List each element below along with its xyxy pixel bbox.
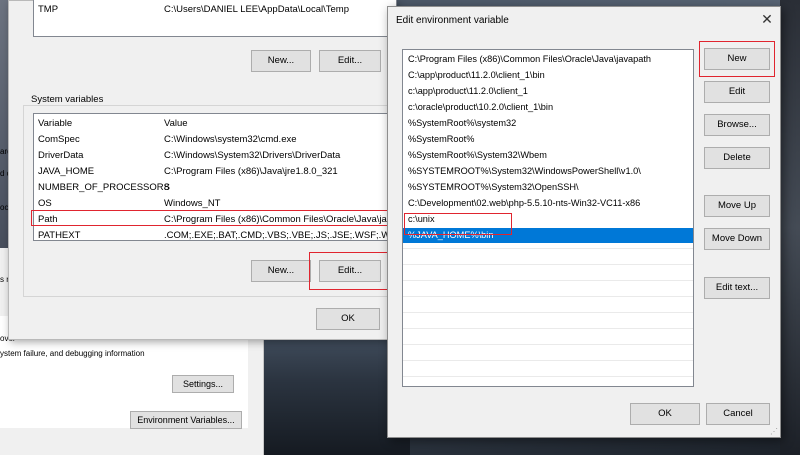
list-item[interactable]: C:\app\product\11.2.0\client_1\bin [403,68,693,83]
empty-list-row[interactable] [403,264,693,279]
variable-value: .COM;.EXE;.BAT;.CMD;.VBS;.VBE;.JS;.JSE;.… [164,230,396,241]
environment-variables-button[interactable]: Environment Variables... [130,411,242,429]
move-up-button[interactable]: Move Up [704,195,770,217]
delete-button[interactable]: Delete [704,147,770,169]
table-row[interactable]: TMP C:\Users\DANIEL LEE\AppData\Local\Te… [34,4,396,16]
list-item[interactable]: %SystemRoot%\system32 [403,116,693,131]
browse-button[interactable]: Browse... [704,114,770,136]
system-variables-label: System variables [29,94,106,105]
edit-button-highlight [309,252,391,290]
user-edit-button[interactable]: Edit... [319,50,381,72]
list-item[interactable]: C:\Development\02.web\php-5.5.10-nts-Win… [403,196,693,211]
variable-value: C:\Windows\system32\cmd.exe [164,134,297,145]
selected-entry-highlight [404,213,512,235]
move-down-button[interactable]: Move Down [704,228,770,250]
variable-value: C:\Windows\System32\Drivers\DriverData [164,150,341,161]
list-item[interactable]: C:\Program Files (x86)\Common Files\Orac… [403,52,693,67]
system-new-button[interactable]: New... [251,260,311,282]
empty-list-row[interactable] [403,248,693,263]
table-row[interactable]: DriverData C:\Windows\System32\Drivers\D… [34,150,396,162]
new-button-highlight [699,41,775,77]
dialog-title: Edit environment variable [396,15,509,26]
desktop-wallpaper-right [780,0,800,455]
edit-text-button[interactable]: Edit text... [704,277,770,299]
table-row[interactable]: OS Windows_NT [34,198,396,210]
path-row-highlight [31,210,399,226]
user-variables-list[interactable]: TMP C:\Users\DANIEL LEE\AppData\Local\Te… [33,0,397,37]
variable-value: Windows_NT [164,198,221,209]
empty-list-row[interactable] [403,344,693,359]
table-row[interactable]: ComSpec C:\Windows\system32\cmd.exe [34,134,396,146]
variable-value: C:\Program Files (x86)\Java\jre1.8.0_321 [164,166,338,177]
edit-button[interactable]: Edit [704,81,770,103]
ok-button[interactable]: OK [630,403,700,425]
variable-name: PATHEXT [38,230,81,241]
empty-list-row[interactable] [403,296,693,311]
table-row[interactable]: JAVA_HOME C:\Program Files (x86)\Java\jr… [34,166,396,178]
edit-environment-variable-dialog: Edit environment variable ✕ C:\Program F… [387,6,781,438]
empty-list-row[interactable] [403,376,693,386]
table-row[interactable]: NUMBER_OF_PROCESSORS 8 [34,182,396,194]
desktop-wallpaper-bottom [250,320,410,455]
list-item[interactable]: %SYSTEMROOT%\System32\OpenSSH\ [403,180,693,195]
close-icon[interactable]: ✕ [758,10,776,28]
startup-recovery-description: ystem failure, and debugging information [0,349,145,358]
table-row[interactable]: PATHEXT .COM;.EXE;.BAT;.CMD;.VBS;.VBE;.J… [34,230,396,241]
variable-name: JAVA_HOME [38,166,95,177]
empty-list-row[interactable] [403,328,693,343]
user-new-button[interactable]: New... [251,50,311,72]
empty-list-row[interactable] [403,312,693,327]
list-item[interactable]: %SYSTEMROOT%\System32\WindowsPowerShell\… [403,164,693,179]
column-header-value[interactable]: Value [164,118,188,129]
cancel-button[interactable]: Cancel [706,403,770,425]
empty-list-row[interactable] [403,280,693,295]
environment-variables-dialog: TMP C:\Users\DANIEL LEE\AppData\Local\Te… [8,0,407,340]
list-item[interactable]: c:\app\product\11.2.0\client_1 [403,84,693,99]
resize-grip-icon[interactable]: ⋰ [770,427,780,437]
list-item[interactable]: c:\oracle\product\10.2.0\client_1\bin [403,100,693,115]
variable-value: 8 [164,182,170,193]
variable-name: OS [38,198,52,209]
empty-list-row[interactable] [403,360,693,375]
variable-name: NUMBER_OF_PROCESSORS [38,182,170,193]
variable-name: TMP [38,4,59,15]
column-header-variable[interactable]: Variable [38,118,72,129]
list-item[interactable]: %SystemRoot% [403,132,693,147]
variable-value: C:\Users\DANIEL LEE\AppData\Local\Temp [164,4,349,15]
settings-button[interactable]: Settings... [172,375,234,393]
variable-name: DriverData [38,150,84,161]
table-header: Variable Value [34,118,396,130]
ok-button[interactable]: OK [316,308,380,330]
list-item[interactable]: %SystemRoot%\System32\Wbem [403,148,693,163]
variable-name: ComSpec [38,134,80,145]
